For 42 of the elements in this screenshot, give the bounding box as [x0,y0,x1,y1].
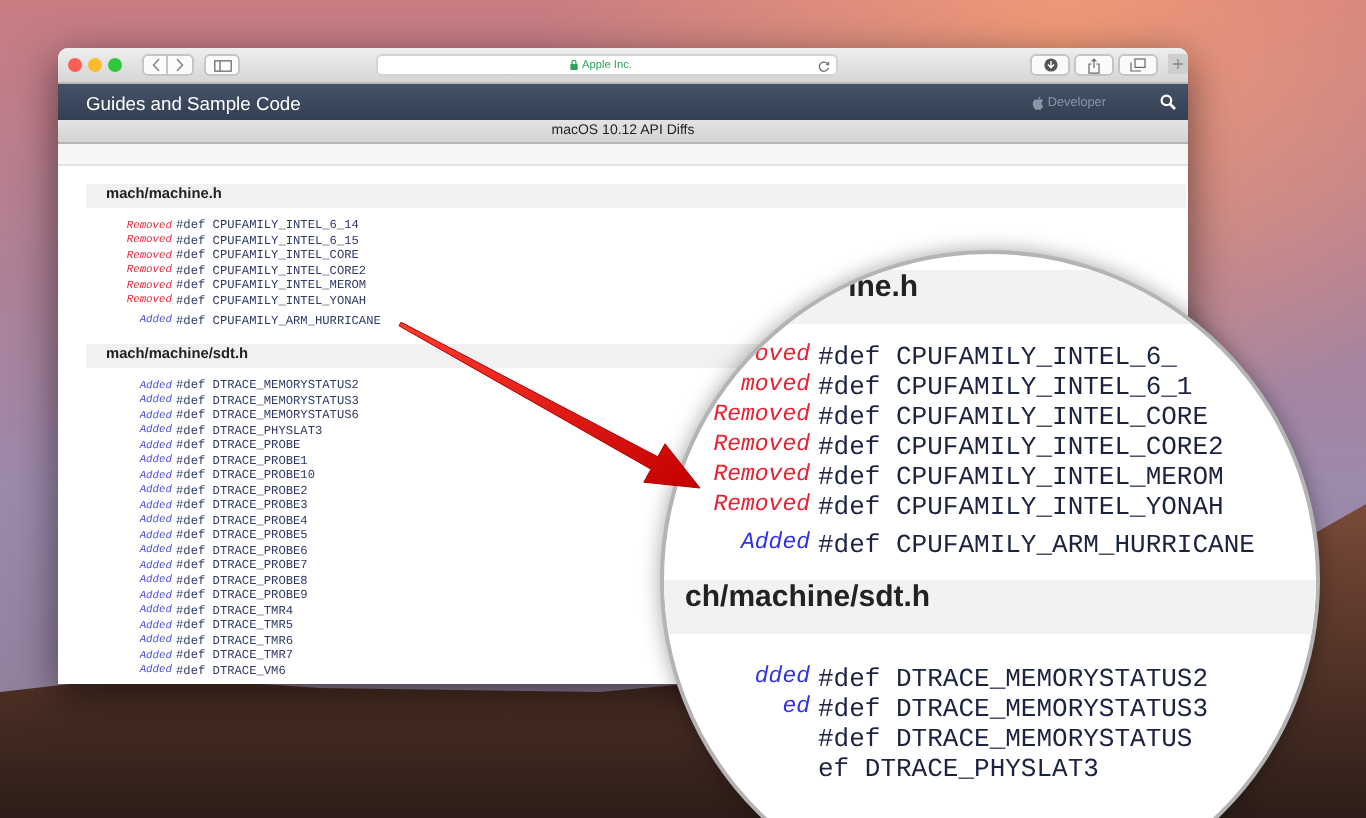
tabs-icon [1130,58,1146,72]
lock-icon [570,60,579,70]
code-line: #def CPUFAMILY_ARM_HURRICANE [818,530,1255,560]
chevron-left-icon [151,58,159,72]
code-line: #def DTRACE_MEMORYSTATUS3 [818,694,1209,724]
change-tag: Removed [713,432,810,462]
change-tag: Added [740,530,810,560]
code-line: #def DTRACE_MEMORYSTATUS [818,724,1193,754]
new-tab-button[interactable] [1168,54,1188,74]
back-button[interactable] [142,54,168,76]
change-tag: Removed [713,402,810,432]
share-icon [1088,57,1100,73]
site-title[interactable]: Guides and Sample Code [86,91,301,113]
code-line: #def CPUFAMILY_INTEL_CORE [818,402,1209,432]
change-tag: dded [754,664,810,694]
downloads-button[interactable] [1030,54,1070,76]
code-line: #def CPUFAMILY_INTEL_YONAH [818,492,1224,522]
code-line: #def DTRACE_MEMORYSTATUS2 [818,664,1209,694]
sidebar-button[interactable] [204,54,240,76]
close-button[interactable] [68,58,82,72]
reload-icon[interactable] [818,59,830,71]
change-tag: ed [782,694,810,724]
code-line: #def CPUFAMILY_INTEL_MEROM [818,462,1224,492]
change-tag: moved [740,372,810,402]
code-line: #def CPUFAMILY_INTEL_6_1 [818,372,1193,402]
share-button[interactable] [1074,54,1114,76]
change-tag: Removed [713,492,810,522]
change-tag: oved [754,342,810,372]
zoom-button[interactable] [108,58,122,72]
tabs-button[interactable] [1118,54,1158,76]
plus-icon [1172,58,1184,70]
sidebar-icon [213,59,231,71]
change-tag: Removed [713,462,810,492]
forward-button[interactable] [168,54,194,76]
section-header: ch/machine/sdt.h [664,580,1316,634]
code-line: #def CPUFAMILY_INTEL_CORE2 [818,432,1224,462]
chevron-right-icon [176,58,184,72]
apple-logo-icon [1031,95,1044,109]
code-line: #def CPUFAMILY_INTEL_6_ [818,342,1177,372]
search-icon[interactable] [1160,94,1176,110]
download-icon [1043,58,1057,72]
code-line: ef DTRACE_PHYSLAT3 [818,754,1099,784]
